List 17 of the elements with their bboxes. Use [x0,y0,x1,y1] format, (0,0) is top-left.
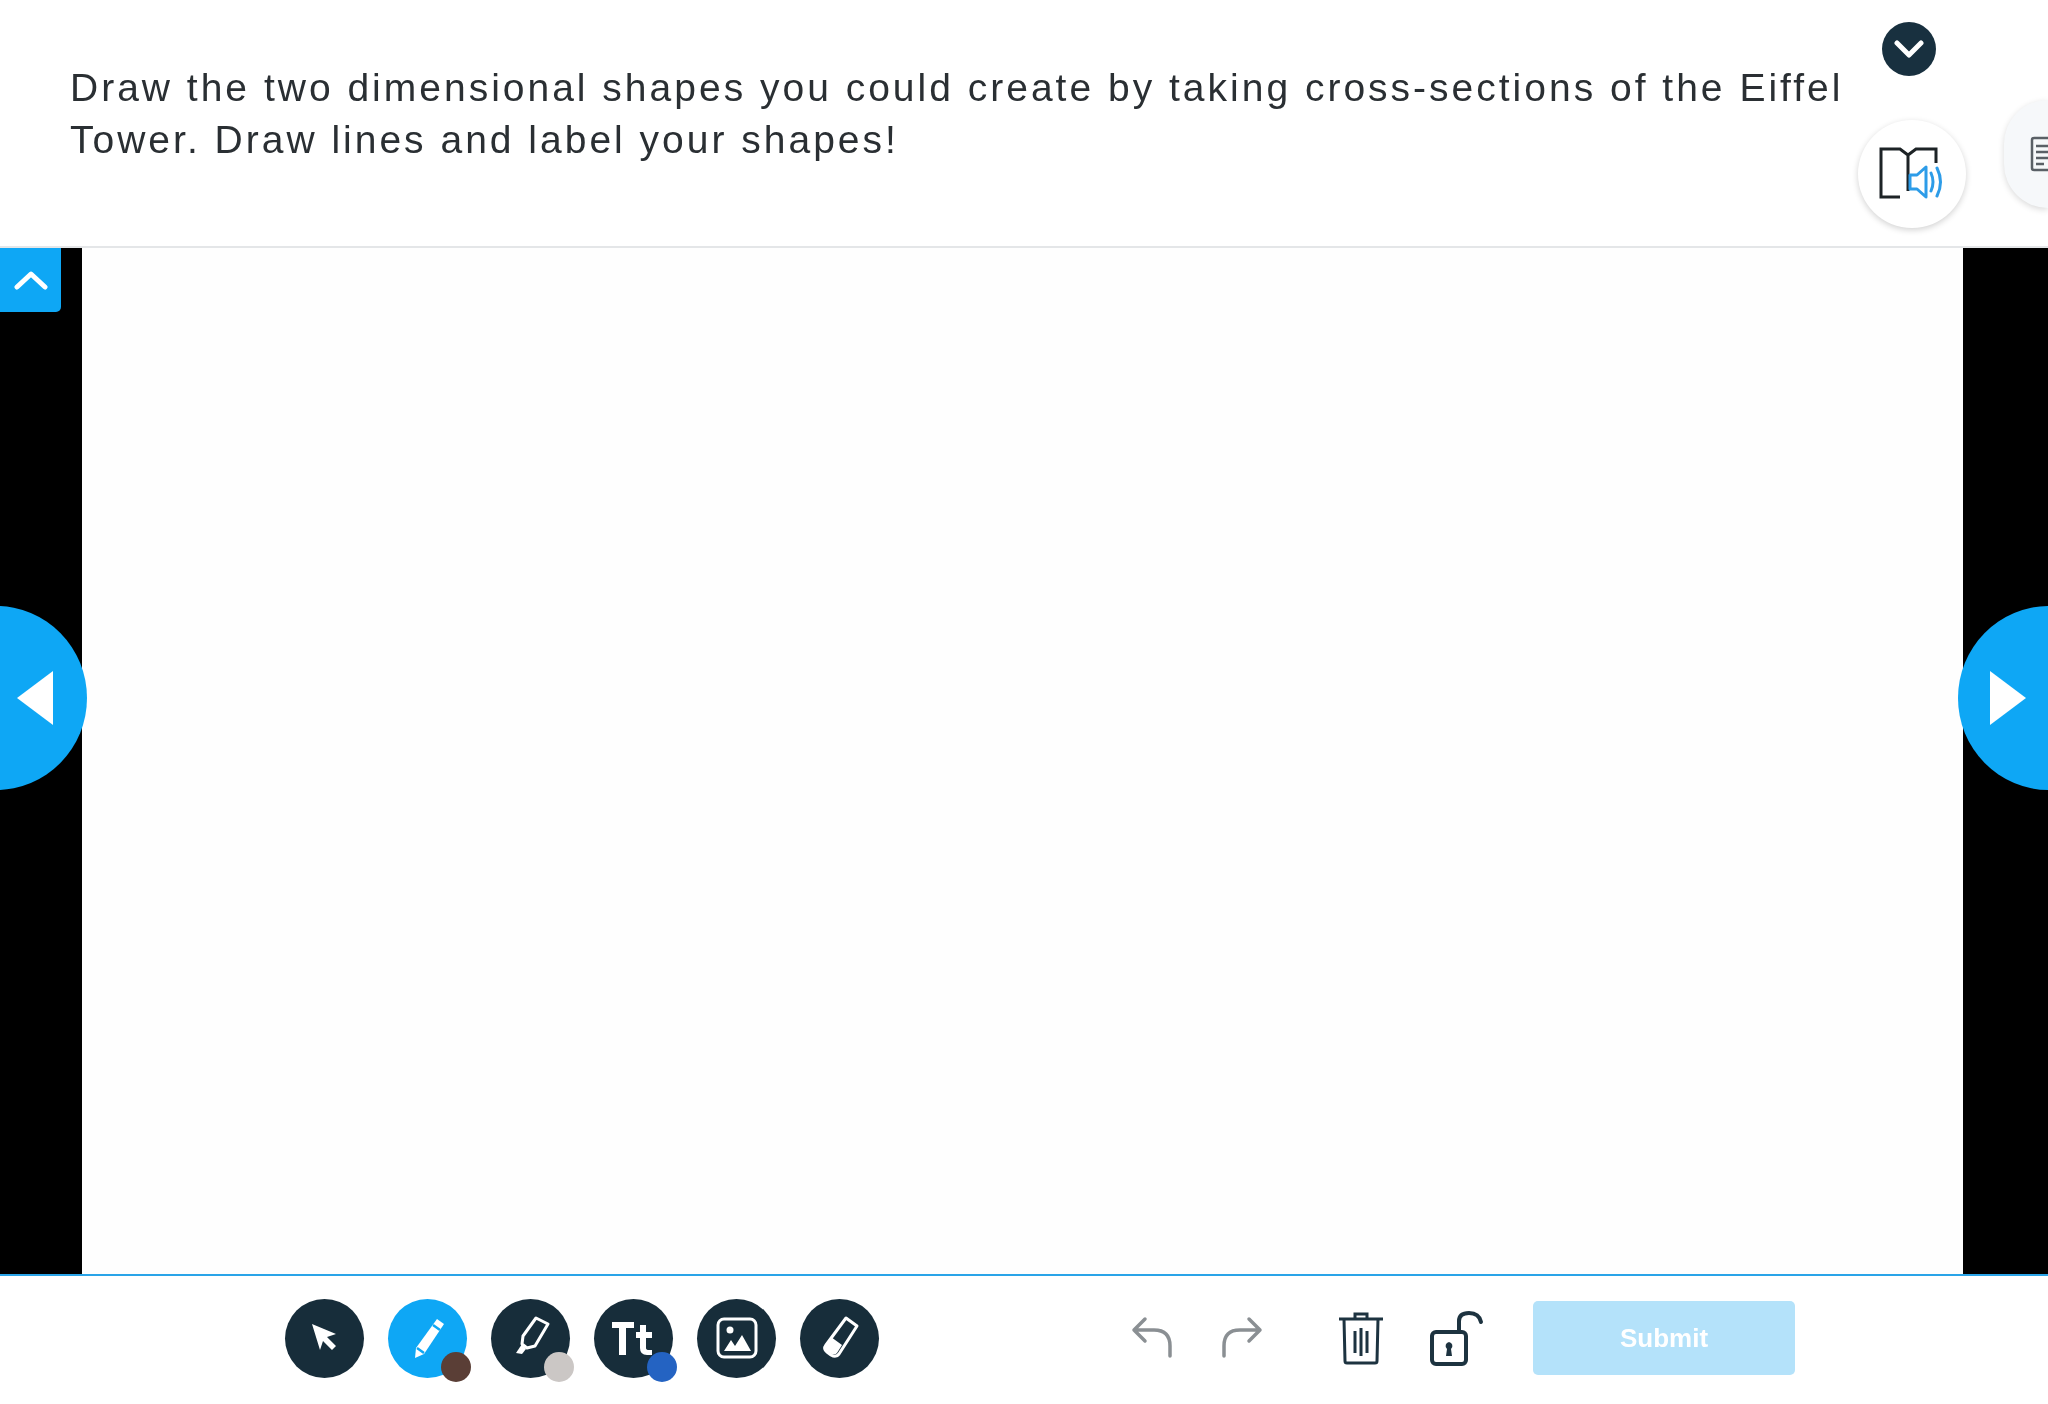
notes-button[interactable] [2004,100,2048,208]
delete-button[interactable] [1337,1311,1385,1365]
redo-button[interactable] [1219,1315,1263,1361]
chevron-down-icon [1894,40,1924,58]
document-icon [2030,136,2048,172]
question-text: Draw the two dimensional shapes you could create by taking cross-sections of the Eiffel Tower. Draw lines and label your shapes! [70,65,1845,163]
trash-icon [1337,1311,1385,1365]
triangle-left-icon [17,671,53,725]
collapse-button[interactable] [1882,22,1936,76]
undo-button[interactable] [1131,1315,1175,1361]
redo-icon [1219,1315,1263,1361]
scroll-up-button[interactable] [0,248,61,312]
triangle-right-icon [1990,671,2026,725]
read-aloud-button[interactable] [1858,120,1966,228]
undo-icon [1131,1315,1175,1361]
chevron-up-icon [13,270,48,290]
image-icon [715,1317,758,1359]
